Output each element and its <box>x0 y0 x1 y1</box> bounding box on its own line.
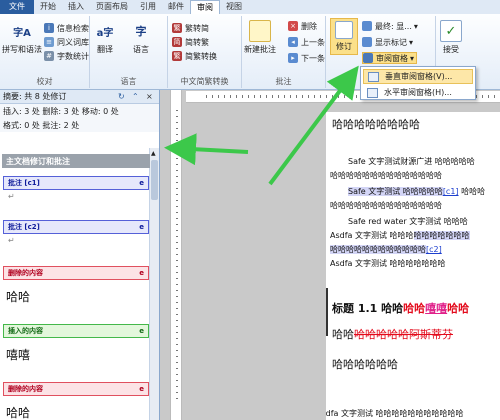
arrow-to-menu <box>268 65 359 186</box>
word-window: 文件 开始 插入 页面布局 引用 邮件 审阅 视图 字A 拼写和语法 i 信息检索… <box>0 0 500 420</box>
arrow-to-pane <box>164 133 249 166</box>
annotation-arrows <box>164 65 359 186</box>
